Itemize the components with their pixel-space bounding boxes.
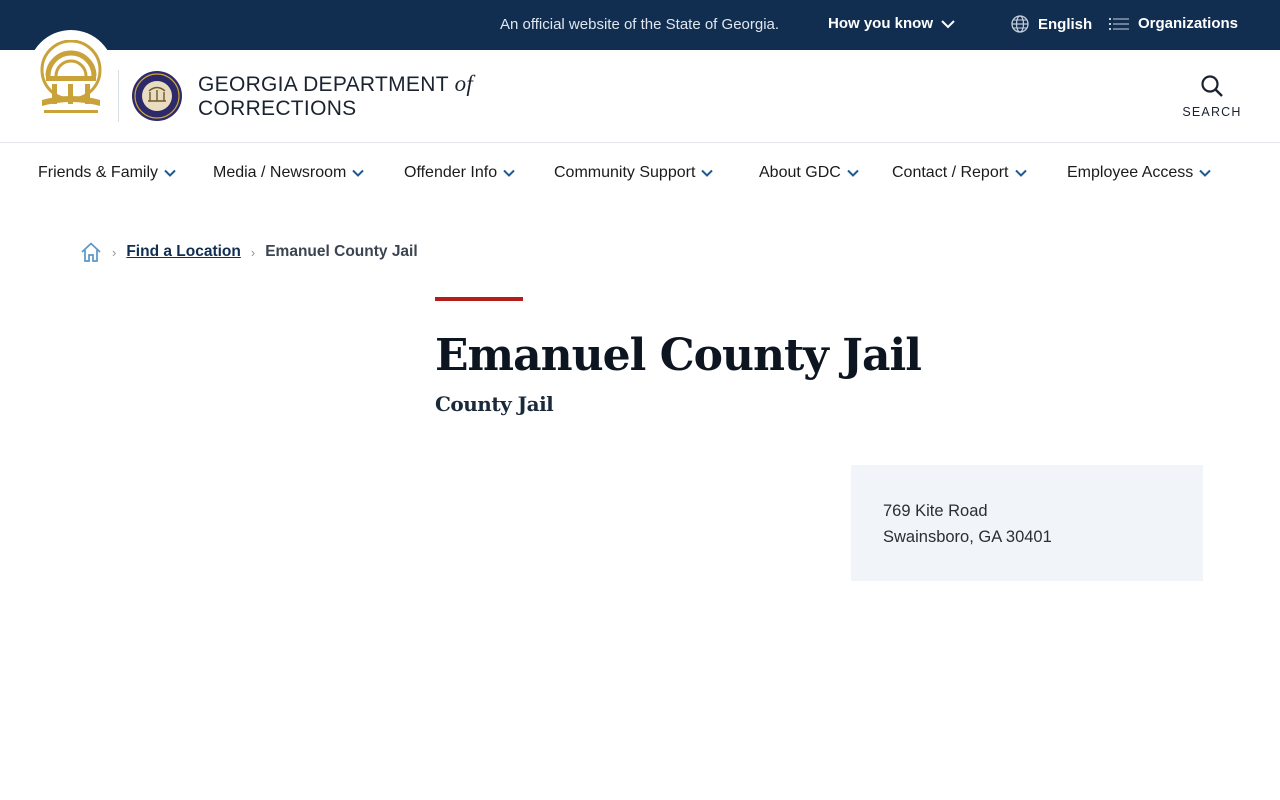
chevron-down-icon [941, 19, 955, 28]
chevron-down-icon [503, 169, 515, 177]
list-icon [1109, 17, 1129, 30]
search-button[interactable]: SEARCH [1178, 74, 1246, 119]
official-site-text: An official website of the State of Geor… [500, 16, 780, 33]
primary-nav: Friends & Family Media / Newsroom Offend… [0, 143, 1280, 205]
nav-item-label: Offender Info [404, 164, 498, 181]
organizations-menu[interactable]: Organizations [1109, 15, 1238, 32]
site-header: GEORGIA DEPARTMENT of CORRECTIONS SEARCH [0, 30, 1280, 143]
address-card: 769 Kite Road Swainsboro, GA 30401 [851, 465, 1203, 581]
logo-divider [118, 70, 119, 122]
nav-item-label: Employee Access [1067, 164, 1194, 181]
home-icon[interactable] [80, 241, 102, 263]
address-line2: Swainsboro, GA 30401 [883, 528, 1052, 546]
language-selector[interactable]: English [1011, 15, 1092, 33]
chevron-down-icon [164, 169, 176, 177]
page-title: Emanuel County Jail [435, 330, 922, 381]
nav-item-contact-report[interactable]: Contact / Report [892, 164, 1027, 182]
globe-icon [1011, 15, 1029, 33]
chevron-down-icon [1199, 169, 1211, 177]
breadcrumb: › Find a Location › Emanuel County Jail [80, 241, 418, 263]
chevron-down-icon [1014, 169, 1027, 177]
chevron-down-icon [701, 169, 714, 177]
georgia-state-seal-logo[interactable] [28, 30, 114, 126]
nav-item-label: Contact / Report [892, 164, 1009, 181]
title-accent-bar [435, 297, 523, 301]
gdc-department-seal-icon[interactable] [131, 70, 183, 122]
site-title[interactable]: GEORGIA DEPARTMENT of CORRECTIONS [198, 72, 473, 121]
how-you-know-toggle[interactable]: How you know [828, 15, 955, 32]
nav-item-friends-family[interactable]: Friends & Family [38, 164, 176, 182]
nav-item-label: Media / Newsroom [213, 164, 347, 181]
nav-item-label: Friends & Family [38, 164, 159, 181]
chevron-down-icon [847, 169, 859, 177]
breadcrumb-current: Emanuel County Jail [265, 243, 418, 260]
organizations-label: Organizations [1138, 15, 1239, 32]
georgia-arch-seal-icon [40, 40, 102, 113]
site-title-line1: GEORGIA DEPARTMENT [198, 73, 455, 96]
nav-item-about-gdc[interactable]: About GDC [759, 164, 859, 182]
search-label: SEARCH [1182, 105, 1242, 119]
chevron-right-icon: › [112, 244, 117, 260]
nav-item-community-support[interactable]: Community Support [554, 164, 714, 182]
nav-item-employee-access[interactable]: Employee Access [1067, 164, 1211, 182]
nav-item-label: Community Support [554, 164, 696, 181]
nav-item-label: About GDC [759, 164, 841, 181]
chevron-down-icon [352, 169, 365, 177]
search-icon [1201, 75, 1223, 97]
nav-item-media-newsroom[interactable]: Media / Newsroom [213, 164, 365, 182]
address-line1: 769 Kite Road [883, 502, 988, 520]
breadcrumb-link-find-location[interactable]: Find a Location [126, 243, 241, 261]
chevron-right-icon: › [250, 244, 256, 260]
page-subtitle: County Jail [435, 392, 554, 416]
site-title-line2: CORRECTIONS [198, 97, 357, 120]
official-site-banner: An official website of the State of Geor… [0, 0, 1280, 50]
language-label: English [1038, 15, 1093, 33]
site-title-of: of [454, 71, 474, 96]
nav-item-offender-info[interactable]: Offender Info [404, 164, 515, 182]
how-you-know-label: How you know [828, 15, 933, 32]
